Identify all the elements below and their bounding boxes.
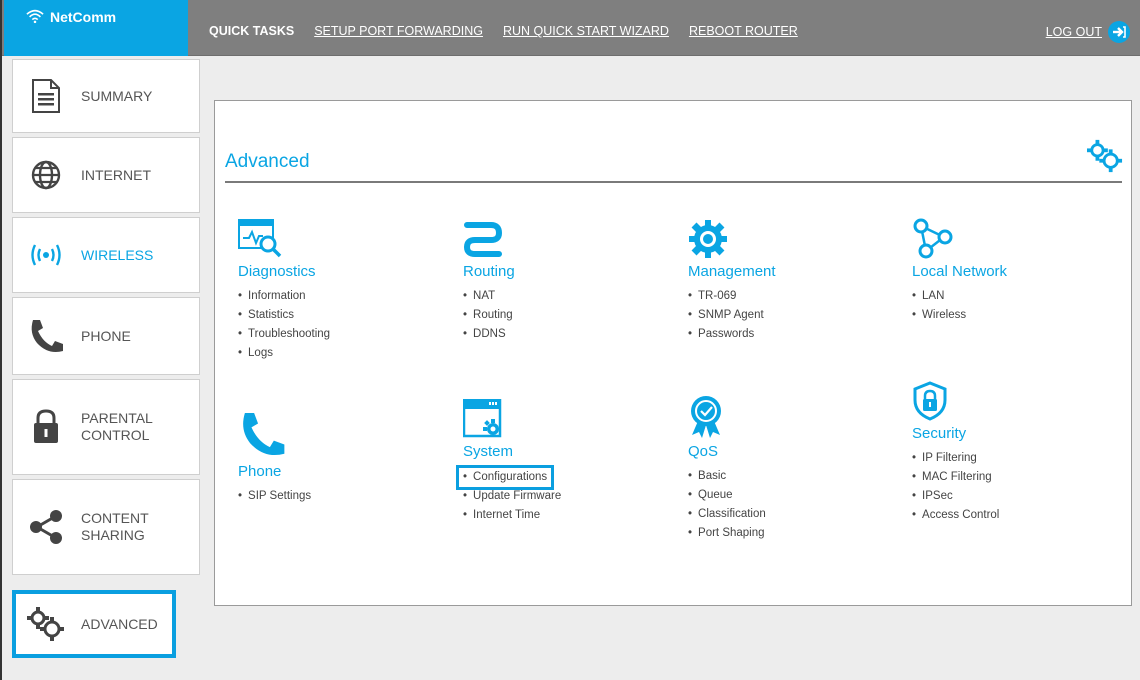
reboot-router-link[interactable]: REBOOT ROUTER	[689, 24, 798, 38]
title-divider	[225, 181, 1122, 183]
management-icon	[688, 215, 776, 259]
group-management: Management TR-069 SNMP Agent Passwords	[688, 215, 776, 344]
sidebar-item-label: INTERNET	[81, 166, 151, 183]
list-item[interactable]: Basic	[688, 467, 766, 486]
group-title[interactable]: Management	[688, 263, 776, 280]
quick-tasks-bar: QUICK TASKS SETUP PORT FORWARDING RUN QU…	[209, 24, 798, 38]
local-network-icon	[912, 215, 1007, 259]
list-item[interactable]: Logs	[238, 344, 330, 363]
sidebar-item-parental-control[interactable]: PARENTAL CONTROL	[12, 379, 200, 475]
sidebar-item-label: CONTENT SHARING	[81, 510, 149, 543]
group-diagnostics: Diagnostics Information Statistics Troub…	[238, 215, 330, 363]
sidebar-item-advanced[interactable]: ADVANCED	[12, 590, 176, 658]
list-item[interactable]: Routing	[463, 306, 515, 325]
list-item[interactable]: LAN	[912, 287, 1007, 306]
gears-icon	[25, 603, 67, 645]
wifi-logo-icon	[26, 9, 44, 24]
list-item[interactable]: Port Shaping	[688, 524, 766, 543]
document-icon	[25, 75, 67, 117]
sidebar-item-label: ADVANCED	[81, 615, 158, 632]
list-item[interactable]: TR-069	[688, 287, 776, 306]
list-item[interactable]: SNMP Agent	[688, 306, 776, 325]
sidebar-item-label: WIRELESS	[81, 246, 154, 263]
list-item[interactable]: Information	[238, 287, 330, 306]
sidebar: SUMMARY INTERNET WIRELESS PHONE PARENTAL…	[4, 57, 200, 680]
sidebar-item-label: PHONE	[81, 327, 131, 344]
list-item[interactable]: SIP Settings	[238, 487, 311, 506]
wireless-icon	[25, 234, 67, 276]
routing-icon	[463, 215, 515, 259]
group-system: System Configurations Update Firmware In…	[455, 395, 561, 525]
diagnostics-icon	[238, 215, 330, 259]
sidebar-item-internet[interactable]: INTERNET	[12, 137, 200, 213]
system-icon	[463, 395, 561, 439]
sidebar-item-summary[interactable]: SUMMARY	[12, 59, 200, 133]
group-title[interactable]: Security	[912, 425, 999, 442]
share-icon	[25, 506, 67, 548]
group-security: Security IP Filtering MAC Filtering IPSe…	[912, 377, 999, 525]
security-icon	[912, 377, 999, 421]
list-item[interactable]: Queue	[688, 486, 766, 505]
quick-tasks-label: QUICK TASKS	[209, 24, 295, 38]
group-title[interactable]: Phone	[238, 463, 311, 480]
list-item-configurations[interactable]: Configurations	[455, 465, 555, 490]
group-qos: QoS Basic Queue Classification Port Shap…	[688, 395, 766, 543]
list-item[interactable]: Wireless	[912, 306, 1007, 325]
lock-icon	[25, 406, 67, 448]
logout-label: LOG OUT	[1045, 25, 1102, 39]
sidebar-item-label: PARENTAL CONTROL	[81, 410, 153, 443]
phone-icon	[238, 409, 311, 459]
gears-icon	[1087, 139, 1123, 178]
sidebar-item-phone[interactable]: PHONE	[12, 297, 200, 375]
list-item[interactable]: Update Firmware	[463, 487, 561, 506]
list-item[interactable]: IP Filtering	[912, 449, 999, 468]
page-title: Advanced	[225, 151, 310, 172]
sidebar-item-wireless[interactable]: WIRELESS	[12, 217, 200, 293]
list-item[interactable]: Passwords	[688, 325, 776, 344]
setup-port-forwarding-link[interactable]: SETUP PORT FORWARDING	[314, 24, 483, 38]
logout-icon	[1108, 21, 1130, 43]
globe-icon	[25, 154, 67, 196]
top-bar: NetComm QUICK TASKS SETUP PORT FORWARDIN…	[2, 0, 1140, 56]
group-phone: Phone SIP Settings	[238, 409, 311, 506]
group-routing: Routing NAT Routing DDNS	[463, 215, 515, 344]
group-title[interactable]: System	[463, 443, 561, 460]
brand-logo[interactable]: NetComm	[4, 0, 188, 56]
list-item[interactable]: Internet Time	[463, 506, 561, 525]
group-title[interactable]: QoS	[688, 443, 766, 460]
list-item[interactable]: IPSec	[912, 487, 999, 506]
phone-icon	[25, 315, 67, 357]
app-frame: NetComm QUICK TASKS SETUP PORT FORWARDIN…	[0, 0, 1140, 680]
run-quick-start-wizard-link[interactable]: RUN QUICK START WIZARD	[503, 24, 669, 38]
group-local-network: Local Network LAN Wireless	[912, 215, 1007, 325]
advanced-panel: Advanced Diagnostics • Information • Sta…	[214, 100, 1132, 606]
list-item[interactable]: Access Control	[912, 506, 999, 525]
logout-button[interactable]: LOG OUT	[1046, 21, 1130, 43]
list-item[interactable]: DDNS	[463, 325, 515, 344]
group-title[interactable]: Diagnostics	[238, 263, 330, 280]
list-item[interactable]: MAC Filtering	[912, 468, 999, 487]
sidebar-item-content-sharing[interactable]: CONTENT SHARING	[12, 479, 200, 575]
qos-icon	[688, 395, 766, 439]
group-title[interactable]: Local Network	[912, 263, 1007, 280]
list-item[interactable]: NAT	[463, 287, 515, 306]
group-title[interactable]: Routing	[463, 263, 515, 280]
list-item[interactable]: Statistics	[238, 306, 330, 325]
list-item[interactable]: Troubleshooting	[238, 325, 330, 344]
sidebar-item-label: SUMMARY	[81, 87, 153, 104]
brand-name: NetComm	[50, 9, 117, 25]
list-item[interactable]: Classification	[688, 505, 766, 524]
